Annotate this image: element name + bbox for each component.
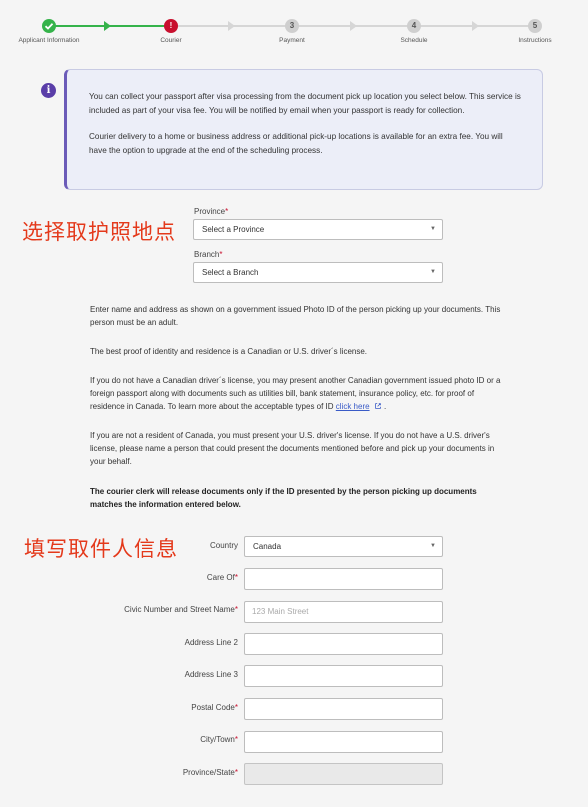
address-line-2-input[interactable] [244, 633, 443, 655]
external-link-icon [370, 402, 384, 411]
step-instructions[interactable]: 5 Instructions [490, 19, 580, 44]
info-text: You can collect your passport after visa… [89, 92, 521, 115]
info-notice: You can collect your passport after visa… [64, 69, 543, 190]
check-icon [42, 19, 56, 33]
city-input[interactable] [244, 731, 443, 753]
care-of-label: Care Of* [206, 573, 238, 582]
country-select[interactable]: Canada ▼ [244, 536, 443, 557]
step-label: Courier [160, 37, 182, 44]
civic-input[interactable]: 123 Main Street [244, 601, 443, 623]
annotation-fill-info: 填写取件人信息 [24, 537, 178, 561]
branch-label: Branch* [194, 250, 223, 259]
step-schedule[interactable]: 4 Schedule [369, 19, 459, 44]
country-label: Country [209, 541, 238, 550]
stepper-arrow-icon [104, 21, 111, 31]
stepper-arrow-icon [350, 21, 357, 31]
annotation-select-location: 选择取护照地点 [22, 220, 176, 244]
step-label: Instructions [518, 37, 552, 44]
instruction-paragraph: If you do not have a Canadian driver´s l… [90, 374, 510, 413]
step-applicant-information[interactable]: Applicant Information [4, 19, 94, 44]
release-notice: The courier clerk will release documents… [90, 487, 477, 509]
step-number: 4 [407, 19, 421, 33]
country-select-value: Canada [253, 542, 282, 551]
address-line-3-label: Address Line 3 [184, 670, 238, 679]
branch-select-value: Select a Branch [202, 268, 259, 277]
step-courier[interactable]: ! Courier [126, 19, 216, 44]
province-state-input[interactable] [244, 763, 443, 785]
chevron-down-icon: ▼ [430, 226, 436, 232]
step-number: 5 [528, 19, 542, 33]
info-text: Courier delivery to a home or business a… [89, 132, 503, 155]
step-label: Payment [279, 37, 305, 44]
instruction-text: . [384, 402, 387, 411]
info-icon: i [41, 83, 56, 98]
instruction-paragraph: If you are not a resident of Canada, you… [90, 431, 495, 466]
instruction-paragraph: The best proof of identity and residence… [90, 347, 368, 356]
address-line-3-input[interactable] [244, 665, 443, 687]
chevron-down-icon: ▼ [430, 543, 436, 549]
step-label: Schedule [400, 37, 428, 44]
error-icon: ! [164, 19, 178, 33]
stepper-arrow-icon [472, 21, 479, 31]
civic-label: Civic Number and Street Name* [124, 605, 238, 614]
instruction-paragraph: Enter name and address as shown on a gov… [90, 305, 501, 327]
chevron-down-icon: ▼ [430, 269, 436, 275]
province-select[interactable]: Select a Province ▼ [193, 219, 443, 240]
step-label: Applicant Information [18, 37, 80, 44]
city-label: City/Town* [200, 735, 238, 744]
stepper-arrow-icon [228, 21, 235, 31]
care-of-input[interactable] [244, 568, 443, 590]
province-select-value: Select a Province [202, 225, 265, 234]
province-label: Province* [194, 207, 229, 216]
province-state-label: Province/State* [182, 768, 238, 777]
instruction-text: If you do not have a Canadian driver´s l… [90, 376, 501, 411]
civic-placeholder: 123 Main Street [252, 607, 309, 616]
progress-stepper: Applicant Information ! Courier 3 Paymen… [0, 0, 588, 52]
branch-select[interactable]: Select a Branch ▼ [193, 262, 443, 283]
step-number: 3 [285, 19, 299, 33]
acceptable-id-link[interactable]: click here [336, 402, 370, 411]
address-line-2-label: Address Line 2 [184, 638, 238, 647]
step-payment[interactable]: 3 Payment [247, 19, 337, 44]
postal-code-input[interactable] [244, 698, 443, 720]
postal-code-label: Postal Code* [191, 703, 238, 712]
